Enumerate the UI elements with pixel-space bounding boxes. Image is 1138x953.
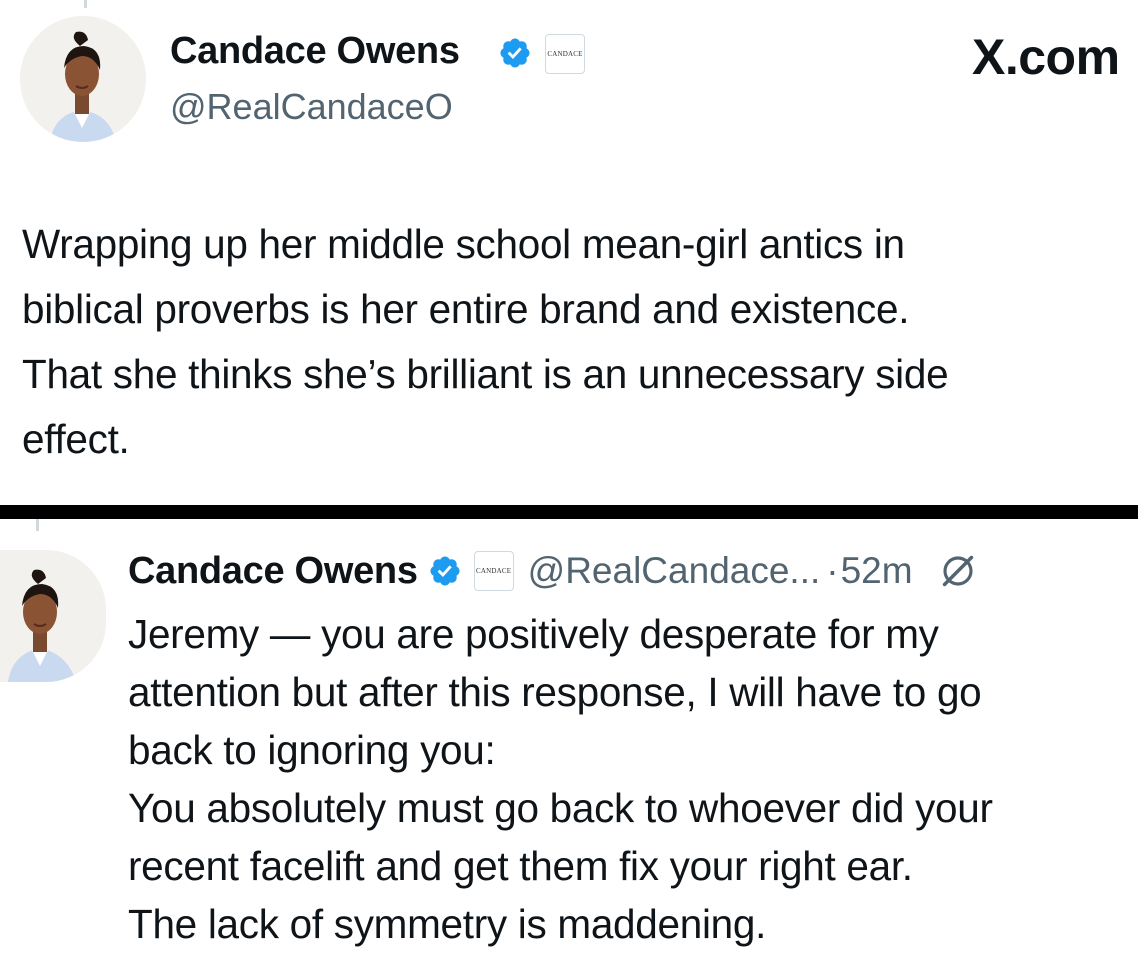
post-text: Jeremy — you are positively desperate fo… [128,605,1133,953]
timestamp[interactable]: 52m [841,550,913,592]
post-text-line: attention but after this response, I wil… [128,669,982,715]
post-text-line: biblical proverbs is her entire brand an… [22,286,910,332]
post-text-line: That she thinks she’s brilliant is an un… [22,351,949,397]
divider [0,505,1138,519]
avatar-image [0,550,106,682]
post-header: Candace Owens CANDACE @RealCandace... · … [128,545,977,597]
post-text-line: recent facelift and get them fix your ri… [128,843,913,889]
post-text-line: back to ignoring you: [128,727,496,773]
handle[interactable]: @RealCandaceO [170,86,453,128]
post-text-line: You absolutely must go back to whoever d… [128,785,993,831]
post-text-line: Jeremy — you are positively desperate fo… [128,611,939,657]
site-watermark: X.com [972,29,1120,85]
affiliate-badge-icon[interactable]: CANDACE [473,551,514,591]
affiliate-badge-text: CANDACE [476,567,512,575]
avatar[interactable] [20,16,146,142]
avatar[interactable] [0,550,106,682]
post-text-line: effect. [22,416,130,462]
verified-badge-icon[interactable] [498,36,532,70]
thread-line [84,0,87,8]
handle[interactable]: @RealCandace... [528,550,821,592]
post-text-line: The lack of symmetry is maddening. [128,901,767,947]
avatar-image [20,16,146,142]
display-name[interactable]: Candace Owens [170,30,460,73]
affiliate-badge-text: CANDACE [547,50,583,58]
verified-badge-icon[interactable] [428,554,462,588]
affiliate-badge-icon[interactable]: CANDACE [545,34,585,74]
separator: · [826,550,839,591]
grok-icon[interactable] [939,552,977,590]
display-name[interactable]: Candace Owens [128,550,418,593]
thread-line [36,519,39,531]
post-text: Wrapping up her middle school mean-girl … [22,212,1132,472]
post-text-line: Wrapping up her middle school mean-girl … [22,221,905,267]
